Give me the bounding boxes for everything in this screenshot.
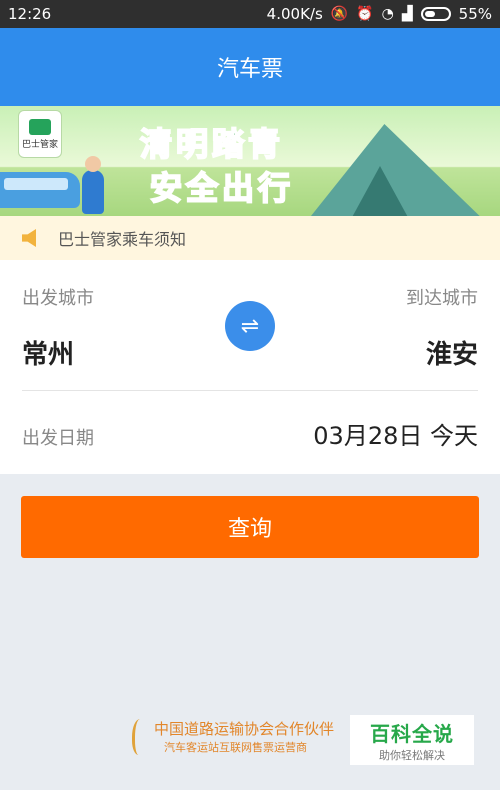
slogan-line-2: 安全出行	[149, 168, 295, 208]
person-illustration	[82, 156, 104, 214]
alarm-icon: ⏰	[356, 6, 374, 22]
arrival-city[interactable]: 淮安	[426, 334, 478, 371]
mute-icon: 🔕	[330, 6, 349, 22]
swap-cities-button[interactable]: ⇌	[225, 301, 275, 351]
partner-line-1: 中国道路运输协会合作伙伴	[154, 720, 335, 738]
promo-banner[interactable]: 巴士管家 清明踏青 安全出行	[0, 106, 500, 216]
partner-line-2: 汽车客运站互联网售票运营商	[164, 741, 307, 754]
logo-text: 巴士管家	[21, 139, 58, 150]
watermark-title: 百科全说	[370, 721, 454, 746]
bus-illustration	[0, 172, 80, 208]
status-right: 4.00K/s 🔕 ⏰ ◔ ▟ 55%	[267, 5, 492, 23]
network-speed: 4.00K/s	[266, 5, 323, 23]
wheat-emblem-icon	[132, 718, 148, 755]
status-bar: 12:26 4.00K/s 🔕 ⏰ ◔ ▟ 55%	[0, 0, 500, 28]
arrival-label: 到达城市	[406, 288, 478, 309]
logo-mark-icon	[29, 118, 51, 135]
battery-percent: 55%	[458, 5, 492, 23]
watermark-badge: 百科全说 助你轻松解决	[350, 715, 474, 765]
slogan-line-1: 清明踏青	[139, 124, 285, 164]
app-header: 汽车票	[0, 28, 500, 106]
watermark-subtitle: 助你轻松解决	[379, 748, 445, 762]
notice-bar[interactable]: 巴士管家乘车须知	[0, 216, 500, 260]
search-button[interactable]: 查询	[21, 496, 479, 558]
partner-badge: 中国道路运输协会合作伙伴 汽车客运站互联网售票运营商	[132, 718, 334, 755]
status-time: 12:26	[8, 5, 52, 23]
battery-icon	[420, 7, 451, 21]
divider	[22, 390, 478, 391]
partner-text: 中国道路运输协会合作伙伴 汽车客运站互联网售票运营商	[154, 718, 334, 755]
swap-icon: ⇌	[240, 313, 260, 339]
page-title: 汽车票	[216, 57, 283, 82]
battery-fill	[424, 11, 435, 17]
notice-text: 巴士管家乘车须知	[58, 230, 187, 249]
bus-steward-logo: 巴士管家	[18, 110, 62, 158]
search-form: 出发城市 到达城市 常州 淮安 ⇌ 出发日期 03月28日 今天	[0, 260, 500, 474]
departure-label: 出发城市	[22, 288, 94, 309]
date-label: 出发日期	[22, 428, 94, 449]
signal-icon: ▟	[401, 6, 413, 22]
departure-city[interactable]: 常州	[22, 334, 74, 371]
departure-date[interactable]: 03月28日 今天	[313, 416, 478, 451]
wifi-icon: ◔	[381, 6, 394, 22]
banner-slogan: 清明踏青 安全出行	[139, 122, 295, 210]
speaker-icon	[22, 229, 36, 247]
